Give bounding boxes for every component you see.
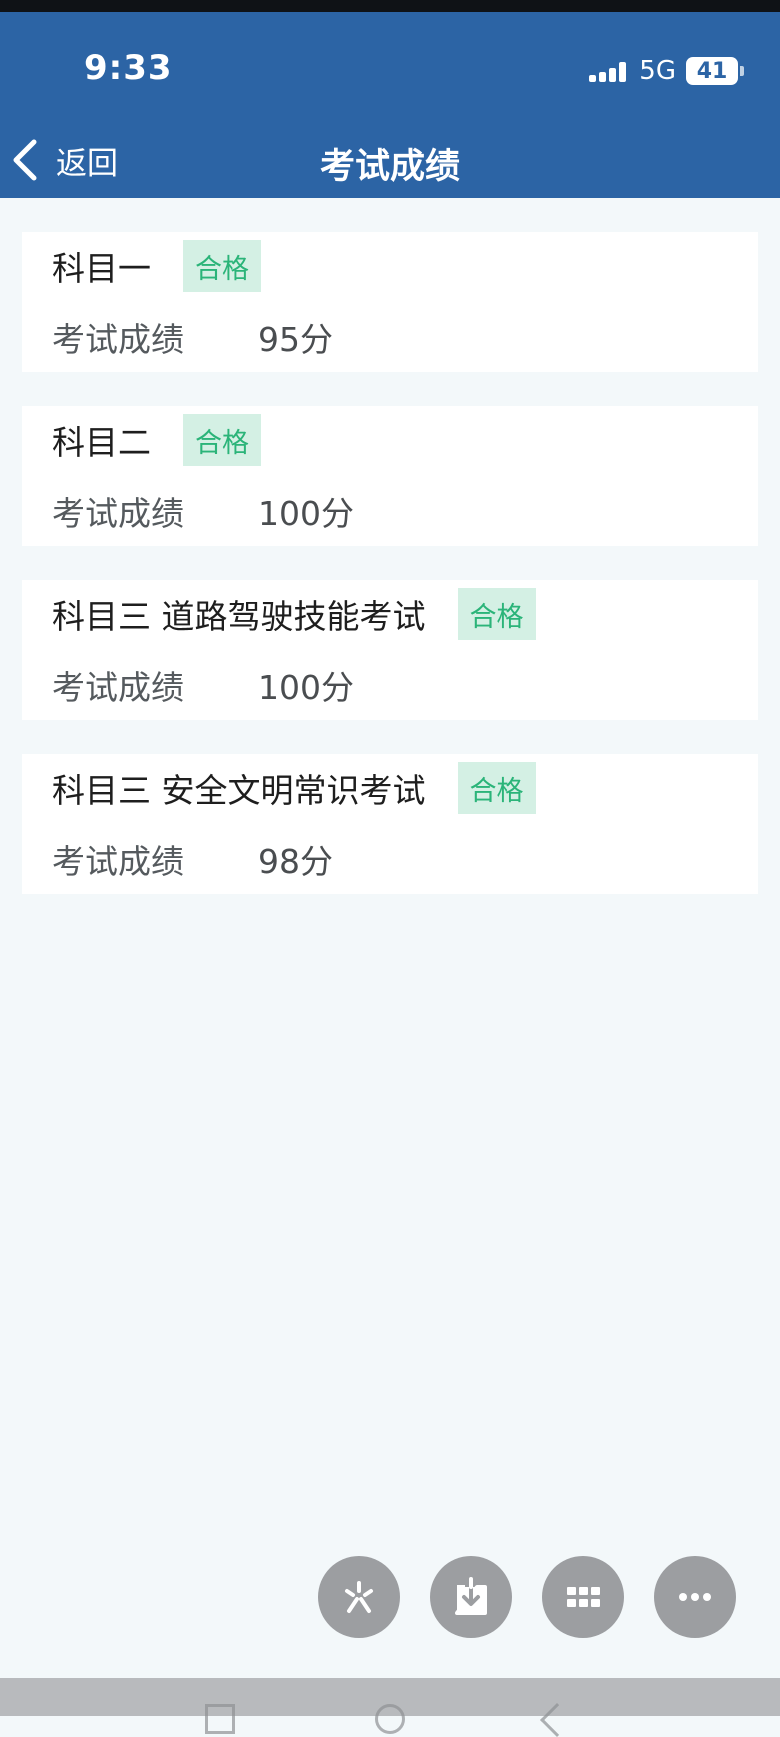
score-value: 98分 xyxy=(258,842,333,881)
more-button[interactable] xyxy=(654,1556,736,1638)
score-value: 95分 xyxy=(258,320,333,359)
sparkle-icon xyxy=(345,1581,373,1613)
app-header: 9:33 5G 41 返回 考试成绩 xyxy=(0,12,780,198)
score-value: 100分 xyxy=(258,668,354,707)
download-button[interactable] xyxy=(430,1556,512,1638)
score-label: 考试成绩 xyxy=(52,320,184,359)
home-icon[interactable] xyxy=(375,1704,405,1734)
pass-badge: 合格 xyxy=(183,240,261,292)
sparkle-button[interactable] xyxy=(318,1556,400,1638)
exam-results-list: 科目一 合格 考试成绩 95分 科目二 合格 考试成绩 100分 科目三 道路驾… xyxy=(22,232,758,928)
battery-level: 41 xyxy=(696,58,728,84)
result-card-subject-3-driving: 科目三 道路驾驶技能考试 合格 考试成绩 100分 xyxy=(22,580,758,720)
network-type: 5G xyxy=(639,56,676,86)
score-label: 考试成绩 xyxy=(52,494,184,533)
grid-icon xyxy=(567,1587,600,1607)
result-card-subject-2: 科目二 合格 考试成绩 100分 xyxy=(22,406,758,546)
subject-name: 科目一 xyxy=(52,249,151,288)
recent-apps-icon[interactable] xyxy=(205,1704,235,1734)
pass-badge: 合格 xyxy=(457,588,536,640)
page-title: 考试成绩 xyxy=(319,147,460,187)
score-label: 考试成绩 xyxy=(52,668,184,707)
subject-name: 科目三 道路驾驶技能考试 xyxy=(52,597,426,636)
score-label: 考试成绩 xyxy=(52,842,184,881)
subject-name: 科目二 xyxy=(52,423,151,462)
top-edge xyxy=(0,0,780,12)
pass-badge: 合格 xyxy=(457,762,536,814)
pass-badge: 合格 xyxy=(183,414,261,466)
result-card-subject-1: 科目一 合格 考试成绩 95分 xyxy=(22,232,758,372)
battery-icon: 41 xyxy=(686,57,744,85)
download-icon xyxy=(455,1577,487,1615)
system-navigation-bar xyxy=(0,1678,780,1737)
result-card-subject-3-safety: 科目三 安全文明常识考试 合格 考试成绩 98分 xyxy=(22,754,758,894)
back-triangle-icon[interactable] xyxy=(540,1703,574,1737)
floating-action-buttons xyxy=(318,1556,736,1638)
subject-name: 科目三 安全文明常识考试 xyxy=(52,771,426,810)
more-icon xyxy=(679,1593,711,1601)
status-indicators: 5G 41 xyxy=(589,52,744,90)
signal-icon xyxy=(589,56,629,86)
status-time: 9:33 xyxy=(84,48,173,88)
score-value: 100分 xyxy=(258,494,354,533)
apps-button[interactable] xyxy=(542,1556,624,1638)
